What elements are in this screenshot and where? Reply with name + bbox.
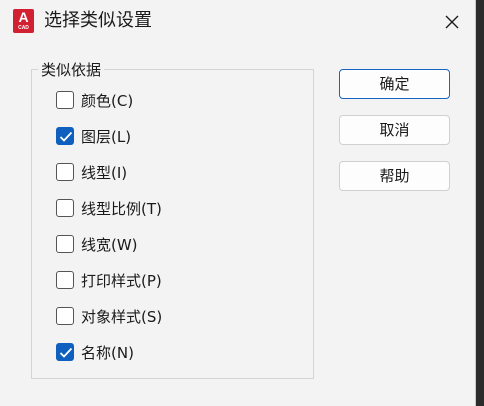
group-legend: 类似依据 <box>38 60 105 80</box>
checkbox-box[interactable] <box>56 271 74 289</box>
checkbox-lineweight[interactable]: 线宽(W) <box>56 234 256 256</box>
similar-basis-group <box>31 69 314 379</box>
cancel-button[interactable]: 取消 <box>339 115 450 145</box>
checkbox-label: 线型比例(T) <box>81 200 162 218</box>
close-icon <box>445 15 459 29</box>
checkbox-name[interactable]: 名称(N) <box>56 342 256 364</box>
checkbox-label: 打印样式(P) <box>81 272 162 290</box>
checkbox-label: 对象样式(S) <box>81 308 163 326</box>
autocad-app-icon: A CAD <box>13 9 34 33</box>
checkmark-icon <box>59 131 73 142</box>
background-window-edge <box>476 0 484 406</box>
checkbox-object-style[interactable]: 对象样式(S) <box>56 306 256 328</box>
app-icon-letter: A <box>18 9 29 25</box>
checkbox-linetype[interactable]: 线型(I) <box>56 162 256 184</box>
close-button[interactable] <box>437 8 467 36</box>
checkbox-box[interactable] <box>56 343 74 361</box>
ok-button[interactable]: 确定 <box>339 69 450 99</box>
select-similar-dialog: A CAD 选择类似设置 类似依据 颜色(C) 图层(L) 线型(I) 线型比例… <box>0 0 476 406</box>
window-title: 选择类似设置 <box>44 10 152 31</box>
checkbox-box[interactable] <box>56 163 74 181</box>
checkbox-label: 图层(L) <box>81 128 132 146</box>
checkbox-box[interactable] <box>56 199 74 217</box>
help-button[interactable]: 帮助 <box>339 161 450 191</box>
checkbox-label: 颜色(C) <box>81 92 134 110</box>
checkbox-box[interactable] <box>56 127 74 145</box>
checkbox-label: 线宽(W) <box>81 236 138 254</box>
title-bar[interactable]: A CAD 选择类似设置 <box>0 0 476 44</box>
checkbox-label: 名称(N) <box>81 344 134 362</box>
checkbox-plot-style[interactable]: 打印样式(P) <box>56 270 256 292</box>
checkbox-layer[interactable]: 图层(L) <box>56 126 256 148</box>
checkbox-label: 线型(I) <box>81 164 128 182</box>
checkmark-icon <box>59 347 73 358</box>
checkbox-box[interactable] <box>56 235 74 253</box>
checkbox-linetype-scale[interactable]: 线型比例(T) <box>56 198 256 220</box>
app-icon-caption: CAD <box>18 25 29 31</box>
checkbox-box[interactable] <box>56 307 74 325</box>
checkbox-color[interactable]: 颜色(C) <box>56 90 256 112</box>
checkbox-box[interactable] <box>56 91 74 109</box>
